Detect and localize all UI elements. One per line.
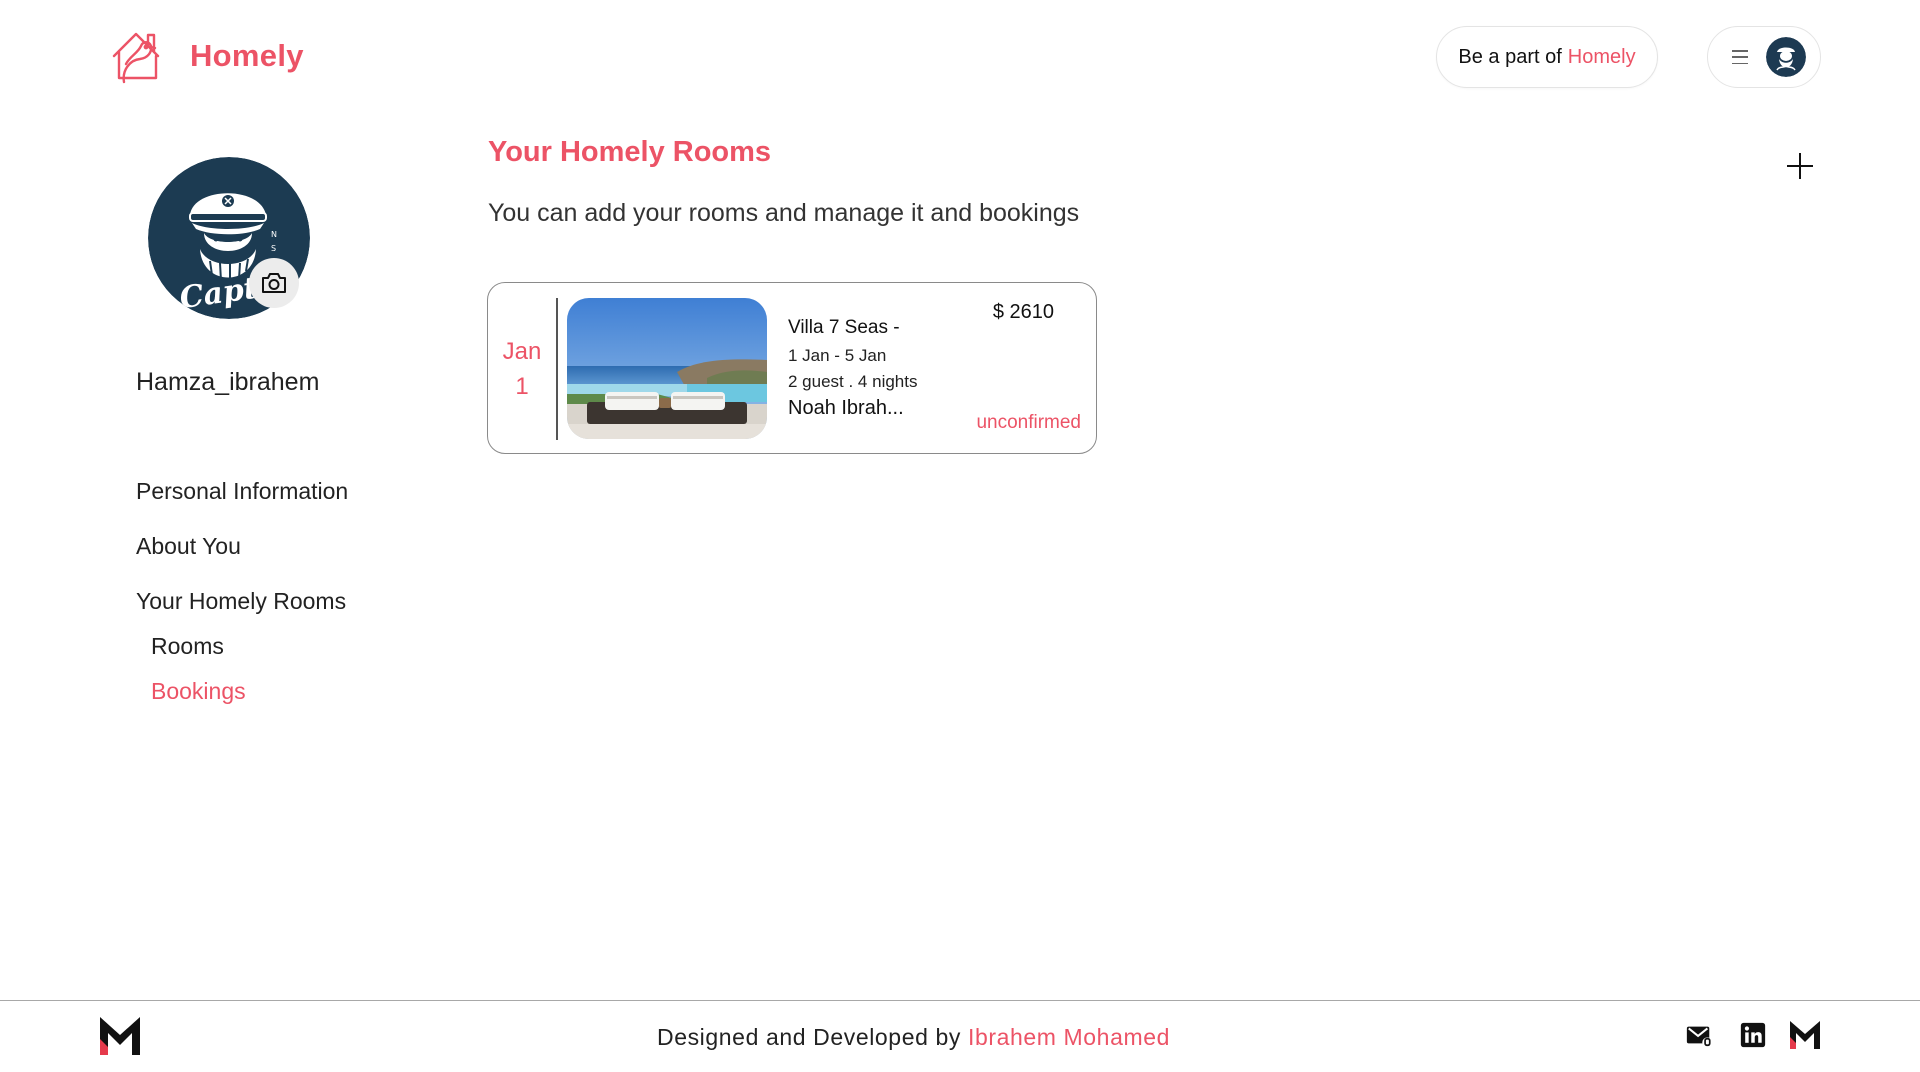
sidebar-item-personal-information[interactable]: Personal Information (136, 478, 348, 533)
sidebar-item-about-you[interactable]: About You (136, 533, 348, 588)
host-cta-label: Be a part of (1458, 45, 1562, 68)
homely-logo[interactable]: Homely (108, 26, 304, 86)
change-photo-button[interactable] (249, 258, 299, 308)
host-cta-brand: Homely (1567, 45, 1636, 68)
svg-text:N: N (271, 230, 277, 239)
booking-day: 1 (515, 373, 529, 400)
house-bird-logo-icon (112, 32, 160, 84)
hamburger-icon (1732, 48, 1748, 66)
user-avatar (1766, 37, 1806, 77)
camera-icon (262, 273, 286, 293)
booking-date-range: 1 Jan - 5 Jan (788, 346, 887, 365)
booking-status-badge: unconfirmed (976, 412, 1081, 433)
booking-guests-nights: 2 guest . 4 nights (788, 372, 918, 391)
sidebar-item-bookings[interactable]: Bookings (151, 678, 348, 723)
profile-username: Hamza_ibrahem (136, 368, 320, 396)
footer-credit: Designed and Developed by Ibrahem Mohame… (0, 1024, 1827, 1051)
profile-sidebar-nav: Personal Information About You Your Home… (136, 478, 348, 723)
footer-divider (0, 1000, 1920, 1001)
booking-guest-name: Noah Ibrah... (788, 397, 904, 419)
page-title: Your Homely Rooms (488, 136, 772, 168)
m-monogram-icon[interactable] (1788, 1019, 1822, 1051)
booking-price: $ 2610 (992, 301, 1054, 323)
brand-name: Homely (190, 38, 304, 73)
page-subtitle: You can add your rooms and manage it and… (488, 199, 1080, 227)
sidebar-item-rooms[interactable]: Rooms (151, 633, 348, 678)
booking-card[interactable]: Jan 1 Villa 7 Seas - 1 Jan - 5 Jan 2 gue… (487, 282, 1097, 454)
room-photo (567, 298, 767, 439)
booking-month: Jan (502, 338, 542, 365)
linkedin-icon[interactable] (1738, 1020, 1768, 1050)
profile-avatar-wrapper: Capt N S (148, 157, 310, 319)
add-room-button[interactable] (1784, 150, 1816, 182)
booking-date: Jan 1 (488, 283, 556, 455)
mail-icon[interactable] (1684, 1020, 1714, 1050)
user-menu-button[interactable] (1707, 26, 1821, 88)
room-name: Villa 7 Seas - (788, 317, 900, 338)
svg-text:S: S (271, 244, 276, 253)
sidebar-item-your-homely-rooms[interactable]: Your Homely Rooms (136, 588, 348, 633)
become-host-button[interactable]: Be a part of Homely (1436, 26, 1658, 88)
author-link[interactable]: Ibrahem Mohamed (968, 1024, 1170, 1050)
date-divider (556, 298, 558, 440)
footer-credit-prefix: Designed and Developed by (656, 1024, 968, 1050)
